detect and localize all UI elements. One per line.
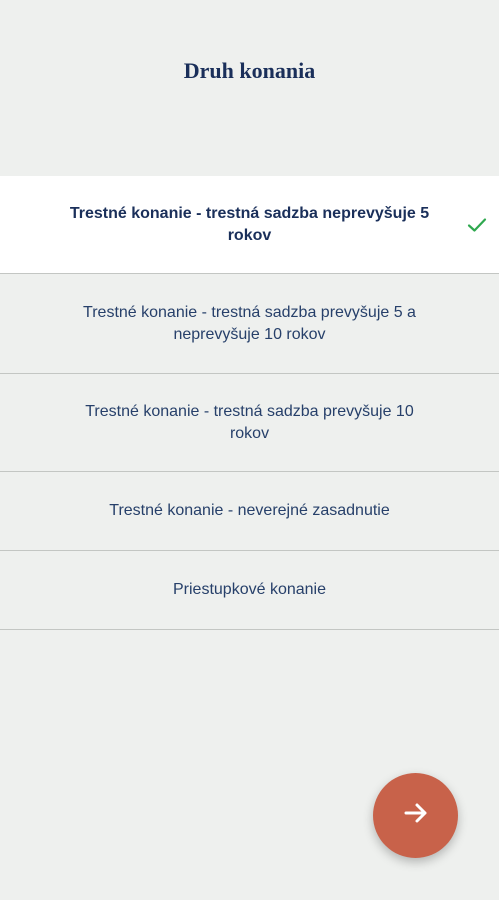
- option-item-criminal-5-to-10-years[interactable]: Trestné konanie - trestná sadzba prevyšu…: [0, 274, 499, 374]
- option-item-misdemeanor[interactable]: Priestupkové konanie: [0, 551, 499, 630]
- option-list: Trestné konanie - trestná sadzba neprevy…: [0, 176, 499, 630]
- option-item-closed-session[interactable]: Trestné konanie - neverejné zasadnutie: [0, 472, 499, 551]
- next-button[interactable]: [373, 773, 458, 858]
- option-label: Priestupkové konanie: [173, 581, 326, 598]
- option-label: Trestné konanie - neverejné zasadnutie: [109, 502, 390, 519]
- option-label: Trestné konanie - trestná sadzba prevyšu…: [83, 303, 416, 343]
- option-label: Trestné konanie - trestná sadzba prevyšu…: [85, 402, 414, 442]
- page-title: Druh konania: [183, 58, 316, 83]
- checkmark-icon: [467, 217, 487, 233]
- arrow-right-icon: [401, 798, 431, 833]
- option-item-criminal-over-10-years[interactable]: Trestné konanie - trestná sadzba prevyšu…: [0, 374, 499, 472]
- option-label: Trestné konanie - trestná sadzba neprevy…: [69, 204, 430, 244]
- option-item-criminal-up-to-5-years[interactable]: Trestné konanie - trestná sadzba neprevy…: [0, 176, 499, 274]
